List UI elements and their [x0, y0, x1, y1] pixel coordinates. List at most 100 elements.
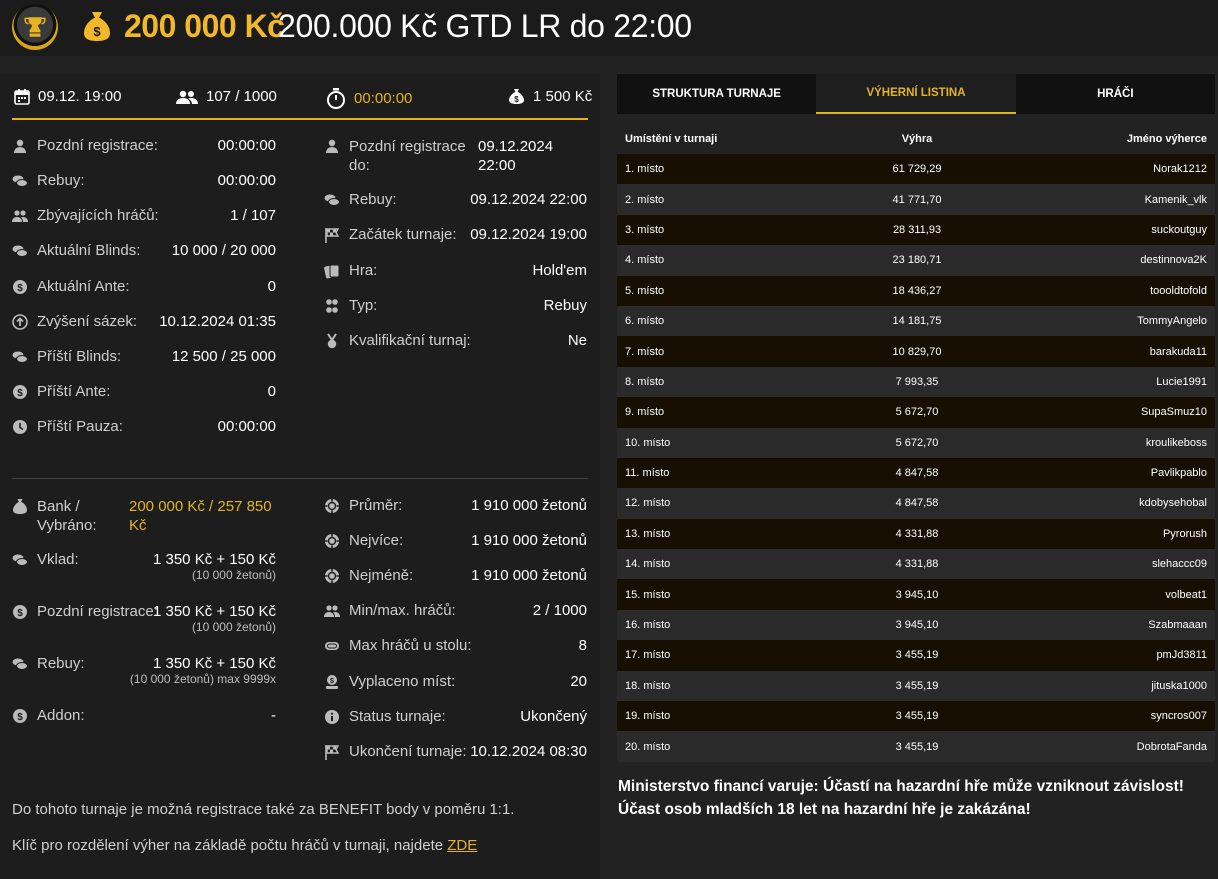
- info-value: 12 500 / 25 000: [171, 348, 276, 365]
- info-row-average: Průměr: 1 910 000 žetonů: [324, 497, 587, 514]
- late-fee-amount: 1 350 Kč + 150 Kč: [152, 603, 276, 620]
- level-up-icon: [12, 314, 28, 330]
- info-value: 10 000 / 20 000: [171, 242, 276, 259]
- table-icon: [325, 642, 339, 650]
- info-label: Začátek turnaje:: [349, 226, 457, 243]
- tournament-tabs: STRUKTURA TURNAJE VÝHERNÍ LISTINA HRÁČI: [617, 74, 1215, 114]
- timer-value: 00:00:00: [354, 90, 413, 107]
- svg-text:$: $: [17, 283, 23, 294]
- info-label: Nejvíce:: [349, 532, 404, 549]
- info-label: Hra:: [349, 262, 378, 279]
- trophy-logo-icon[interactable]: [12, 4, 58, 50]
- chip-icon: [325, 534, 339, 548]
- table-row: 1. místo 61 729,29 Norak1212: [617, 154, 1215, 185]
- table-row: 12. místo 4 847,58 kdobysehobal: [617, 488, 1215, 519]
- table-row: 2. místo 41 771,70 Kamenik_vlk: [617, 184, 1215, 215]
- winner-cell: suckoutguy: [1151, 223, 1207, 236]
- stopwatch-icon: [327, 88, 345, 109]
- info-row-start: Začátek turnaje: 09.12.2024 19:00: [324, 226, 587, 243]
- tab-players[interactable]: HRÁČI: [1016, 74, 1215, 114]
- winner-cell: Lucie1991: [1156, 375, 1207, 388]
- place-cell: 8. místo: [625, 375, 665, 388]
- info-row-status: Status turnaje: Ukončený: [324, 708, 587, 725]
- tab-structure[interactable]: STRUKTURA TURNAJE: [617, 74, 816, 114]
- start-date: 09.12. 19:00: [14, 88, 121, 105]
- info-row-deposit: Vklad: 1 350 Kč + 150 Kč (10 000 žetonů): [12, 551, 276, 582]
- info-row-next-blinds: Příští Blinds: 12 500 / 25 000: [12, 348, 276, 365]
- info-row-min-max-players: Min/max. hráčů: 2 / 1000: [324, 602, 587, 619]
- info-value: 00:00:00: [217, 172, 276, 189]
- user-icon: [14, 139, 26, 153]
- prize-cell: 23 180,71: [892, 254, 942, 267]
- rebuy-icon: [12, 554, 28, 566]
- info-label: Kvalifikační turnaj:: [349, 332, 471, 349]
- info-row-remaining-players: Zbývajících hráčů: 1 / 107: [12, 207, 276, 224]
- prize-cell: 4 847,58: [895, 497, 939, 510]
- rebuy-icon: [12, 175, 28, 187]
- svg-text:$: $: [93, 24, 101, 39]
- users-icon: [12, 210, 28, 222]
- start-date-value: 09.12. 19:00: [38, 88, 122, 105]
- prize-cell: 3 455,19: [895, 740, 939, 753]
- info-row-rebuy-fee: Rebuy: 1 350 Kč + 150 Kč (10 000 žetonů) …: [12, 655, 276, 686]
- info-row-rebuy: Rebuy: 00:00:00: [12, 172, 276, 189]
- clubs-icon: [326, 299, 338, 313]
- bank-value: 200 000 Kč / 257 850 Kč: [129, 498, 272, 534]
- info-row-late-fee: $ Pozdní registrace: 1 350 Kč + 150 Kč (1…: [12, 603, 276, 634]
- prize-cell: 3 455,19: [895, 679, 939, 692]
- ante-icon: $: [13, 605, 27, 619]
- payout-icon: $: [326, 675, 338, 689]
- info-label: Průměr:: [349, 497, 403, 514]
- info-value: Hold'em: [532, 262, 587, 279]
- place-cell: 14. místo: [625, 558, 671, 571]
- info-label: Příští Blinds:: [37, 348, 122, 365]
- info-label: Min/max. hráčů:: [349, 602, 456, 619]
- place-cell: 13. místo: [625, 527, 671, 540]
- table-row: 15. místo 3 945,10 volbeat1: [617, 579, 1215, 610]
- info-label: Max hráčů u stolu:: [349, 637, 472, 654]
- table-row: 17. místo 3 455,19 pmJd3811: [617, 640, 1215, 671]
- warning-line: Ministerstvo financí varuje: Účastí na h…: [618, 778, 1184, 795]
- money-bag-icon: $: [84, 12, 110, 41]
- player-count-value: 107 / 1000: [206, 88, 277, 105]
- info-value: 09.12.2024 19:00: [470, 226, 587, 243]
- chip-icon: [325, 499, 339, 513]
- deposit-amount: 1 350 Kč + 150 Kč: [152, 551, 276, 568]
- place-cell: 5. místo: [625, 284, 665, 297]
- info-row-bank: Bank / Vybráno: 200 000 Kč / 257 850 Kč: [12, 497, 276, 535]
- late-fee-note: (10 000 žetonů): [191, 620, 276, 634]
- winner-cell: Pavlikpablo: [1150, 467, 1207, 480]
- table-header: Umístění v turnaji Výhra Jméno výherce: [617, 124, 1215, 154]
- player-count: 107 / 1000: [176, 88, 277, 105]
- svg-text:$: $: [17, 608, 23, 619]
- winner-cell: Pyrorush: [1162, 527, 1207, 540]
- prize-cell: 4 847,58: [895, 467, 939, 480]
- info-row-game: Hra: Hold'em: [324, 262, 587, 279]
- info-value: 1 910 000 žetonů: [471, 497, 587, 514]
- section-divider: [12, 478, 588, 479]
- buy-in: $ 1 500 Kč: [508, 88, 592, 105]
- payout-key-link[interactable]: ZDE: [447, 837, 477, 854]
- info-row-next-ante: $ Příští Ante: 0: [12, 383, 276, 400]
- timer: 00:00:00: [326, 88, 412, 109]
- info-row-type: Typ: Rebuy: [324, 297, 587, 314]
- rebuy-fee-note: (10 000 žetonů) max 9999x: [129, 672, 276, 686]
- table-row: 9. místo 5 672,70 SupaSmuz10: [617, 397, 1215, 428]
- info-row-level-up: Zvýšení sázek: 10.12.2024 01:35: [12, 313, 276, 330]
- medal-icon: [327, 333, 337, 349]
- calendar-icon: [14, 89, 30, 105]
- money-bag-icon: $: [509, 89, 524, 104]
- info-value: 10.12.2024 08:30: [470, 743, 587, 760]
- winner-cell: DobrotaFanda: [1136, 740, 1207, 753]
- info-value: 00:00:00: [217, 137, 276, 154]
- tab-prize-list[interactable]: VÝHERNÍ LISTINA: [816, 74, 1016, 114]
- buy-in-value: 1 500 Kč: [533, 88, 593, 105]
- info-label: Rebuy:: [37, 172, 85, 189]
- info-label: Pozdní registrace:: [37, 137, 158, 154]
- info-label: Vyplaceno míst:: [349, 673, 456, 690]
- payout-key-note: Klíč pro rozdělení výher na základě počt…: [12, 837, 477, 854]
- info-row-rebuy-until: Rebuy: 09.12.2024 22:00: [324, 191, 587, 208]
- prize-cell: 3 945,10: [895, 588, 939, 601]
- money-bag-icon: [13, 499, 27, 514]
- info-value: 1 910 000 žetonů: [471, 567, 587, 584]
